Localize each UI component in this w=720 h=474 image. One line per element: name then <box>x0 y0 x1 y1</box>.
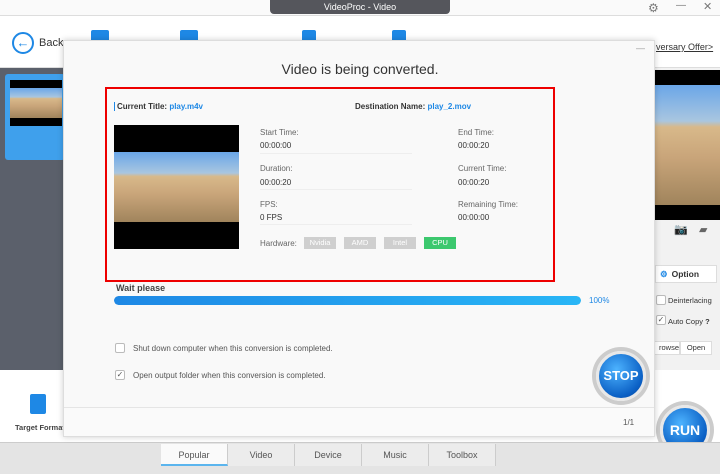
tab-popular[interactable]: Popular <box>161 444 228 466</box>
start-time-label: Start Time: <box>260 128 299 137</box>
tab-music[interactable]: Music <box>362 444 429 466</box>
video-thumbnail <box>10 80 62 126</box>
duration-label: Duration: <box>260 164 293 173</box>
fps-value: 0 FPS <box>260 213 283 222</box>
current-time-label: Current Time: <box>458 164 507 173</box>
duration-value: 00:00:20 <box>260 178 292 187</box>
progress-fill <box>114 296 581 305</box>
auto-copy-label: Auto Copy ? <box>668 317 710 326</box>
tab-device[interactable]: Device <box>295 444 362 466</box>
conversion-preview <box>114 125 239 249</box>
current-time-value: 00:00:20 <box>458 178 490 187</box>
progress-percent: 100% <box>589 296 610 305</box>
hardware-intel: Intel <box>384 237 416 249</box>
page-indicator: 1/1 <box>623 418 635 427</box>
hardware-cpu: CPU <box>424 237 456 249</box>
end-time-value: 00:00:20 <box>458 141 490 150</box>
remaining-time-label: Remaining Time: <box>458 200 519 209</box>
dialog-title: Video is being converted. <box>281 61 439 77</box>
dialog-minimize-button[interactable]: — <box>636 43 645 53</box>
tab-toolbox[interactable]: Toolbox <box>429 444 496 466</box>
start-time-value: 00:00:00 <box>260 141 292 150</box>
progress-bar <box>114 296 581 305</box>
close-button[interactable]: ✕ <box>703 0 712 13</box>
shutdown-checkbox[interactable] <box>115 343 125 353</box>
stop-button[interactable]: STOP <box>596 351 646 401</box>
preview-video <box>655 70 720 220</box>
deinterlacing-checkbox[interactable] <box>656 295 666 305</box>
option-button[interactable]: ⚙ Option <box>655 265 717 283</box>
window-title: VideoProc - Video <box>270 0 450 14</box>
minimize-button[interactable]: — <box>676 0 686 11</box>
divider <box>260 153 412 154</box>
current-title: Current Title: play.m4v <box>114 102 203 111</box>
divider <box>260 189 412 190</box>
status-text: Wait please <box>116 283 166 293</box>
back-button[interactable]: Back <box>39 37 63 49</box>
shutdown-label: Shut down computer when this conversion … <box>133 344 333 353</box>
hardware-nvidia: Nvidia <box>304 237 336 249</box>
remaining-time-value: 00:00:00 <box>458 213 490 222</box>
settings-icon[interactable]: ⚙ <box>648 1 659 15</box>
gear-icon: ⚙ <box>660 269 668 279</box>
dialog-footer <box>64 407 654 436</box>
conversion-dialog: — Video is being converted. Current Titl… <box>63 40 655 437</box>
divider <box>260 224 412 225</box>
deinterlacing-label: Deinterlacing <box>668 296 712 305</box>
end-time-label: End Time: <box>458 128 495 137</box>
fps-label: FPS: <box>260 200 278 209</box>
tab-video[interactable]: Video <box>228 444 295 466</box>
open-folder-icon[interactable]: ▰ <box>699 223 707 236</box>
open-folder-checkbox[interactable]: ✓ <box>115 370 125 380</box>
open-folder-label: Open output folder when this conversion … <box>133 371 326 380</box>
option-label: Option <box>671 269 700 279</box>
auto-copy-checkbox[interactable]: ✓ <box>656 315 666 325</box>
hardware-label: Hardware: <box>260 239 297 248</box>
back-icon[interactable]: ← <box>12 32 34 54</box>
snapshot-icon[interactable]: 📷 <box>674 223 688 236</box>
destination-name: Destination Name: play_2.mov <box>355 102 472 111</box>
target-format-icon[interactable] <box>30 394 46 414</box>
offer-link[interactable]: versary Offer> <box>656 42 713 52</box>
help-icon: ? <box>705 317 710 326</box>
open-button[interactable]: Open <box>680 341 712 355</box>
hardware-amd: AMD <box>344 237 376 249</box>
target-format-label: Target Format <box>15 423 65 432</box>
video-card[interactable] <box>5 74 65 160</box>
